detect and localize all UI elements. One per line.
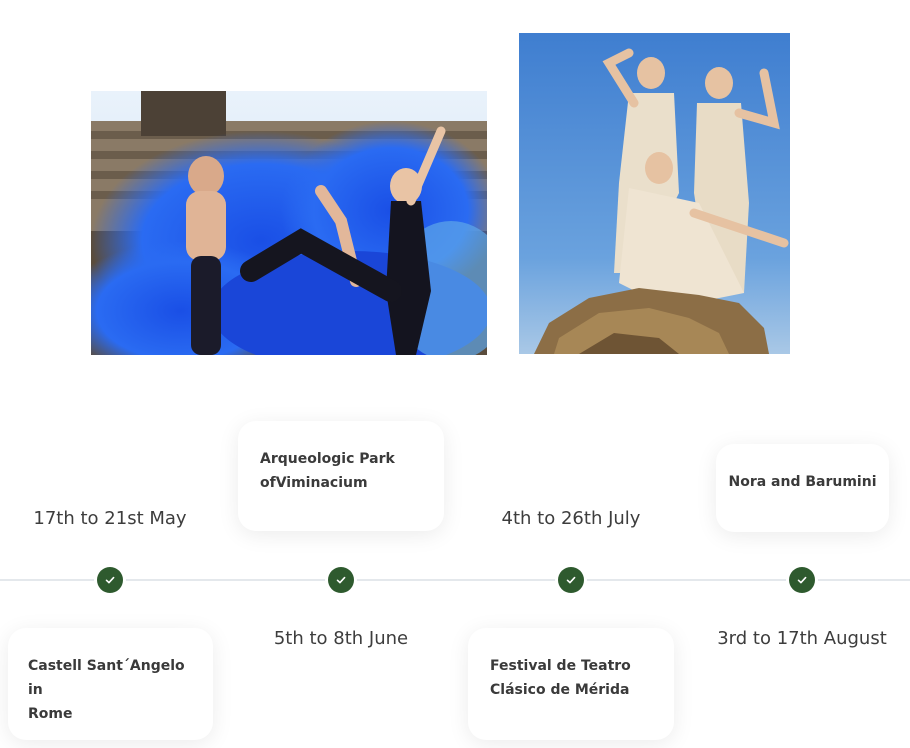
- timeline-marker: [558, 567, 584, 593]
- venue-name-line: Castell Sant´Angelo in: [28, 658, 185, 698]
- venue-name-line: Nora and Barumini: [728, 474, 877, 490]
- check-icon: [797, 576, 807, 584]
- event-date: 4th to 26th July: [501, 508, 641, 529]
- event-date: 17th to 21st May: [33, 508, 187, 529]
- venue-name-line: Arqueologic Park: [260, 451, 395, 467]
- timeline-marker: [789, 567, 815, 593]
- event-date: 3rd to 17th August: [717, 628, 887, 649]
- check-icon: [336, 576, 346, 584]
- venue-name-line: ofViminacium: [260, 475, 368, 491]
- dance-photo-blue-smoke: [91, 91, 487, 355]
- check-icon: [566, 576, 576, 584]
- venue-card: Nora and Barumini: [716, 444, 889, 532]
- venue-card: Festival de Teatro Clásico de Mérida: [468, 628, 674, 740]
- check-icon: [105, 576, 115, 584]
- venue-card: Castell Sant´Angelo in Rome: [8, 628, 213, 740]
- event-date: 5th to 8th June: [273, 628, 409, 649]
- timeline-marker: [97, 567, 123, 593]
- timeline-line: [0, 579, 910, 581]
- venue-name-line: Clásico de Mérida: [490, 682, 630, 698]
- dance-photo-rocks-sky: [519, 33, 790, 354]
- timeline-marker: [328, 567, 354, 593]
- venue-name-line: Rome: [28, 706, 73, 722]
- venue-name-line: Festival de Teatro: [490, 658, 631, 674]
- venue-card: Arqueologic Park ofViminacium: [238, 421, 444, 531]
